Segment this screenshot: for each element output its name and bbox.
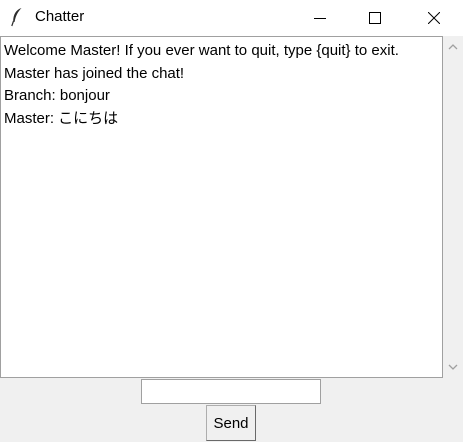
minimize-button[interactable] <box>297 0 343 36</box>
maximize-icon <box>369 12 381 24</box>
chat-scrollbar[interactable] <box>443 36 463 378</box>
chat-line: Master: こにちは <box>4 109 119 127</box>
feather-icon <box>11 8 22 27</box>
close-icon <box>428 12 440 24</box>
minimize-icon <box>314 18 326 19</box>
maximize-button[interactable] <box>352 0 398 36</box>
chat-line: Master has joined the chat! <box>4 64 185 82</box>
chat-lines: Welcome Master! If you ever want to quit… <box>1 37 442 130</box>
send-button[interactable]: Send <box>206 405 256 441</box>
scroll-up-icon[interactable] <box>447 42 459 52</box>
message-input[interactable] <box>141 379 321 404</box>
chat-log[interactable]: Welcome Master! If you ever want to quit… <box>0 36 443 378</box>
chat-line: Welcome Master! If you ever want to quit… <box>4 42 399 59</box>
title-bar: Chatter <box>0 0 463 36</box>
chat-line: Branch: bonjour <box>4 87 110 104</box>
window-title: Chatter <box>35 8 85 25</box>
scroll-down-icon[interactable] <box>447 362 459 372</box>
close-button[interactable] <box>411 0 457 36</box>
